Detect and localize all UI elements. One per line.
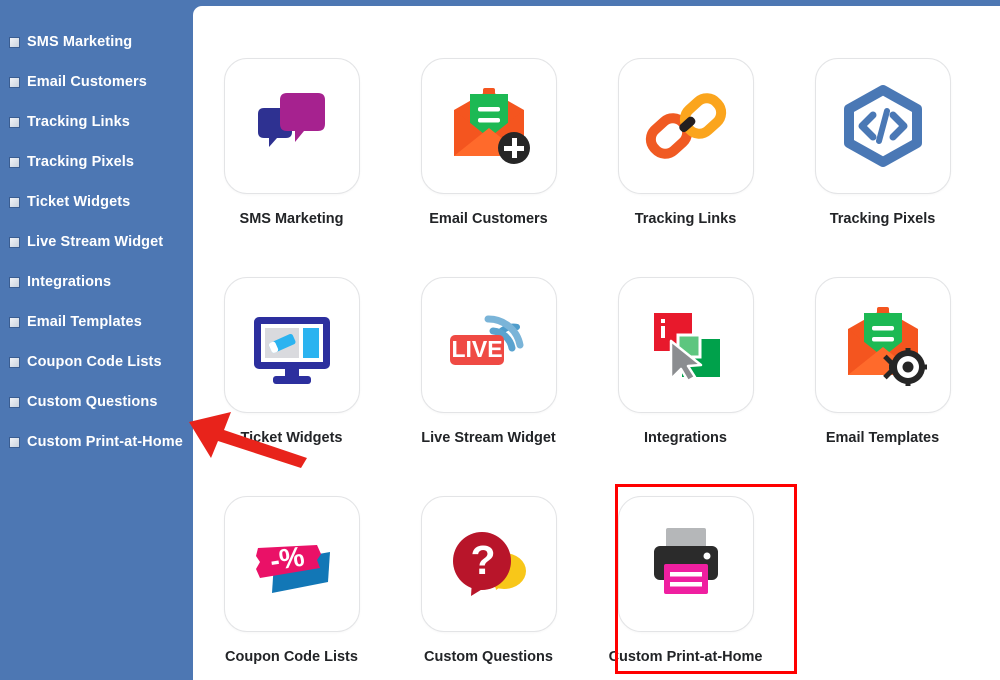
- square-bullet-icon: [9, 396, 20, 408]
- square-bullet-icon: [9, 276, 20, 288]
- square-bullet-icon: [9, 76, 20, 88]
- tile-row: SMS Marketing Email Customers Tracking Lin…: [193, 58, 1000, 277]
- tile-label: Tracking Pixels: [829, 211, 936, 227]
- sidebar-item-label: Coupon Code Lists: [27, 354, 162, 370]
- sidebar-item-ticket-widgets[interactable]: Ticket Widgets: [0, 182, 193, 222]
- custom-print-at-home-icon: [653, 528, 718, 594]
- sidebar-item-custom-questions[interactable]: Custom Questions: [0, 382, 193, 422]
- square-bullet-icon: [9, 316, 20, 328]
- tile-card[interactable]: ?: [420, 496, 557, 632]
- tile-card[interactable]: [617, 496, 754, 632]
- sidebar-item-label: Email Customers: [27, 74, 147, 90]
- square-bullet-icon: [9, 196, 20, 208]
- sidebar-item-custom-print-at-home[interactable]: Custom Print-at-Home: [0, 422, 193, 462]
- tile-card[interactable]: [814, 58, 951, 194]
- tile-card[interactable]: [420, 58, 557, 194]
- tile-custom-print-at-home[interactable]: Custom Print-at-Home: [587, 484, 797, 680]
- sidebar-item-label: Ticket Widgets: [27, 194, 131, 210]
- svg-text:?: ?: [470, 537, 495, 583]
- svg-text:-%: -%: [267, 541, 306, 577]
- sidebar-item-label: Custom Questions: [27, 394, 158, 410]
- square-bullet-icon: [9, 156, 20, 168]
- square-bullet-icon: [9, 356, 20, 368]
- svg-text:LIVE: LIVE: [451, 336, 502, 362]
- tile-label: SMS Marketing: [239, 211, 344, 227]
- tile-label: Ticket Widgets: [240, 430, 343, 446]
- email-customers-icon: [453, 88, 530, 164]
- sidebar: SMS Marketing Email Customers Tracking Lin…: [0, 0, 193, 680]
- tile-label: Email Templates: [825, 430, 940, 446]
- square-bullet-icon: [9, 236, 20, 248]
- sidebar-item-email-templates[interactable]: Email Templates: [0, 302, 193, 342]
- square-bullet-icon: [9, 116, 20, 128]
- sidebar-item-label: Custom Print-at-Home: [27, 434, 183, 450]
- tile-custom-questions[interactable]: ? Custom Questions: [390, 496, 587, 680]
- tile-label: Email Customers: [429, 211, 548, 227]
- tile-row: Ticket Widgets LIVE Live Stream Widget Inte…: [193, 277, 1000, 496]
- tile-email-customers[interactable]: Email Customers: [390, 58, 587, 277]
- tile-live-stream-widget[interactable]: LIVE Live Stream Widget: [390, 277, 587, 496]
- app-root: SMS Marketing Email Customers Tracking Lin…: [0, 0, 1000, 680]
- tile-label: Custom Questions: [424, 649, 553, 665]
- sidebar-item-email-customers[interactable]: Email Customers: [0, 62, 193, 102]
- tile-card[interactable]: [814, 277, 951, 413]
- square-bullet-icon: [9, 436, 20, 448]
- tracking-links-icon: [645, 93, 726, 159]
- tile-placeholder: [784, 496, 981, 680]
- tile-tracking-links[interactable]: Tracking Links: [587, 58, 784, 277]
- tile-coupon-code-lists[interactable]: -% Coupon Code Lists: [193, 496, 390, 680]
- tile-card[interactable]: [617, 58, 754, 194]
- sidebar-item-label: Tracking Links: [27, 114, 130, 130]
- sidebar-item-live-stream-widget[interactable]: Live Stream Widget: [0, 222, 193, 262]
- coupon-code-lists-icon: -%: [255, 541, 330, 593]
- integrations-icon: [653, 313, 720, 383]
- sidebar-item-tracking-links[interactable]: Tracking Links: [0, 102, 193, 142]
- sidebar-item-label: SMS Marketing: [27, 34, 133, 50]
- sidebar-item-label: Integrations: [27, 274, 112, 290]
- sidebar-item-integrations[interactable]: Integrations: [0, 262, 193, 302]
- tile-label: Tracking Links: [634, 211, 737, 227]
- live-stream-widget-icon: LIVE: [449, 315, 523, 365]
- tile-card[interactable]: -%: [223, 496, 360, 632]
- tile-label: Integrations: [644, 430, 727, 446]
- square-bullet-icon: [9, 36, 20, 48]
- email-templates-icon: [847, 307, 927, 386]
- sidebar-item-label: Live Stream Widget: [27, 234, 164, 250]
- tile-row: -% Coupon Code Lists? Custom Questions Cust…: [193, 484, 1000, 680]
- tile-card[interactable]: [223, 277, 360, 413]
- feature-tile-grid: SMS Marketing Email Customers Tracking Lin…: [193, 6, 1000, 680]
- content-panel: SMS Marketing Email Customers Tracking Lin…: [193, 6, 1000, 680]
- tile-email-templates[interactable]: Email Templates: [784, 277, 981, 496]
- tile-label: Custom Print-at-Home: [608, 649, 763, 665]
- custom-questions-icon: ?: [452, 532, 526, 596]
- tile-ticket-widgets[interactable]: Ticket Widgets: [193, 277, 390, 496]
- sidebar-item-coupon-code-lists[interactable]: Coupon Code Lists: [0, 342, 193, 382]
- sidebar-item-sms-marketing[interactable]: SMS Marketing: [0, 22, 193, 62]
- tracking-pixels-icon: [843, 85, 922, 167]
- sidebar-item-label: Tracking Pixels: [27, 154, 135, 170]
- ticket-widgets-icon: [253, 317, 330, 384]
- sidebar-item-label: Email Templates: [27, 314, 142, 330]
- sms-marketing-icon: [257, 93, 325, 147]
- tile-label: Coupon Code Lists: [225, 649, 358, 665]
- tile-tracking-pixels[interactable]: Tracking Pixels: [784, 58, 981, 277]
- tile-card[interactable]: LIVE: [420, 277, 557, 413]
- tile-label: Live Stream Widget: [421, 430, 556, 446]
- tile-sms-marketing[interactable]: SMS Marketing: [193, 58, 390, 277]
- tile-card[interactable]: [617, 277, 754, 413]
- tile-card[interactable]: [223, 58, 360, 194]
- sidebar-item-tracking-pixels[interactable]: Tracking Pixels: [0, 142, 193, 182]
- tile-integrations[interactable]: Integrations: [587, 277, 784, 496]
